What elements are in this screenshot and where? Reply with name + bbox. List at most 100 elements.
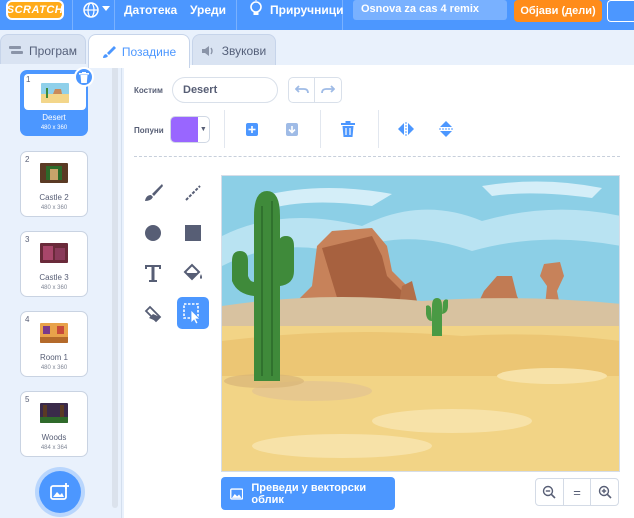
room-1-thumbnail [40, 323, 68, 343]
tab-sounds[interactable]: Звукови [192, 34, 276, 66]
chevron-down-icon: ▼ [199, 126, 207, 133]
tab-sounds-label: Звукови [221, 43, 267, 58]
backdrop-item-castle-3[interactable]: 3 Castle 3 480 x 360 [20, 231, 88, 297]
line-icon [185, 185, 201, 201]
backdrop-size: 480 x 360 [40, 285, 68, 291]
tab-code[interactable]: Програм [0, 34, 86, 66]
backdrop-name: Castle 3 [39, 273, 69, 282]
eraser-icon [144, 305, 162, 323]
paint-bucket-icon [183, 263, 202, 281]
paste-button[interactable] [281, 118, 303, 140]
zoom-out-icon [543, 485, 556, 499]
backdrop-size: 480 x 360 [40, 205, 68, 211]
text-icon [145, 265, 161, 282]
share-button[interactable]: Објави (дели) [514, 0, 602, 22]
menu-divider [342, 0, 343, 30]
zoom-reset-button[interactable]: = [564, 479, 592, 505]
backdrop-number: 4 [25, 315, 30, 324]
fill-color-swatch [171, 117, 198, 142]
menu-file[interactable]: Датотека [124, 3, 177, 17]
select-tool[interactable] [177, 297, 209, 329]
convert-to-vector-button[interactable]: Преведи у векторски облик [221, 477, 395, 510]
undo-redo-group [288, 77, 342, 103]
toolbar-separator [134, 156, 620, 157]
add-image-icon [50, 483, 69, 500]
woods-thumbnail [40, 403, 68, 423]
backdrop-size: 484 x 364 [40, 445, 68, 451]
fill-label: Попуни [134, 126, 164, 135]
scratch-logo[interactable]: SCRATCH [6, 0, 64, 20]
select-icon [183, 303, 201, 324]
castle-3-thumbnail [40, 243, 68, 263]
backdrop-name: Desert [42, 113, 66, 122]
menu-divider [114, 0, 115, 30]
tab-backdrops[interactable]: Позадине [88, 34, 190, 68]
circle-tool[interactable] [137, 217, 169, 249]
backdrop-number: 2 [25, 155, 30, 164]
trash-icon [79, 71, 89, 83]
menu-bar: SCRATCH Датотека Уреди Приручници Osnova… [0, 0, 634, 30]
zoom-out-button[interactable] [536, 479, 564, 505]
costume-name-label: Костим [134, 86, 163, 95]
chevron-down-icon[interactable] [102, 6, 110, 12]
backdrop-name: Castle 2 [39, 193, 69, 202]
project-title-input[interactable]: Osnova za cas 4 remix [353, 0, 507, 20]
zoom-controls: = [535, 478, 619, 506]
tab-code-label: Програм [29, 43, 77, 58]
flip-horizontal-button[interactable] [395, 118, 417, 140]
backdrop-size: 480 x 360 [40, 365, 68, 371]
undo-icon [294, 85, 309, 94]
backdrop-number: 5 [25, 395, 30, 404]
menu-divider [72, 0, 73, 30]
rectangle-tool[interactable] [177, 217, 209, 249]
toolbar-divider [224, 110, 225, 148]
backdrop-size: 480 x 360 [40, 125, 68, 131]
costume-name-input[interactable]: Desert [172, 77, 278, 103]
rectangle-icon [185, 225, 201, 241]
paint-canvas[interactable] [221, 175, 620, 472]
backdrop-item-castle-2[interactable]: 2 Castle 2 480 x 360 [20, 151, 88, 217]
delete-backdrop-button[interactable] [74, 67, 94, 87]
line-tool[interactable] [177, 177, 209, 209]
redo-button[interactable] [315, 78, 341, 102]
menu-tutorials[interactable]: Приручници [270, 3, 344, 17]
backdrop-list-scrollbar[interactable] [112, 66, 118, 508]
convert-to-vector-label: Преведи у векторски облик [251, 481, 367, 506]
zoom-in-button[interactable] [591, 479, 618, 505]
delete-button[interactable] [337, 118, 359, 140]
brush-icon [102, 45, 116, 58]
paste-icon [286, 123, 298, 136]
fill-tool[interactable] [177, 257, 209, 289]
backdrop-item-woods[interactable]: 5 Woods 484 x 364 [20, 391, 88, 457]
code-icon [9, 45, 24, 54]
speaker-icon [201, 45, 213, 56]
flip-vertical-icon [439, 121, 453, 137]
backdrop-item-room-1[interactable]: 4 Room 1 480 x 360 [20, 311, 88, 377]
eraser-tool[interactable] [137, 297, 169, 329]
backdrop-number: 3 [25, 235, 30, 244]
desert-backdrop-image [222, 176, 619, 471]
toolbar-divider [320, 110, 321, 148]
globe-icon[interactable] [82, 1, 100, 19]
zoom-in-icon [598, 485, 612, 499]
backdrop-number: 1 [26, 75, 31, 84]
desert-thumbnail [41, 83, 69, 103]
menu-edit[interactable]: Уреди [190, 3, 226, 17]
undo-button[interactable] [289, 78, 316, 102]
brush-tool[interactable] [137, 177, 169, 209]
trash-icon [341, 121, 355, 137]
menu-divider [236, 0, 237, 30]
backdrop-name: Woods [41, 433, 67, 442]
circle-icon [145, 225, 161, 241]
choose-backdrop-button[interactable] [39, 471, 81, 513]
redo-icon [321, 85, 335, 94]
brush-icon [145, 184, 163, 201]
lightbulb-icon[interactable] [248, 0, 264, 18]
image-icon [230, 487, 244, 500]
fill-color-picker[interactable]: ▼ [170, 116, 210, 143]
see-project-page-button[interactable] [607, 0, 634, 22]
copy-button[interactable] [241, 118, 263, 140]
flip-vertical-button[interactable] [435, 118, 457, 140]
text-tool[interactable] [137, 257, 169, 289]
castle-2-thumbnail [40, 163, 68, 183]
